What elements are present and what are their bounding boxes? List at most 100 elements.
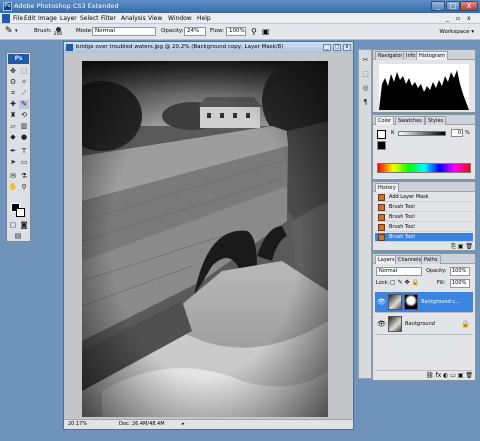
history-item-label: Add Layer Mask	[389, 194, 429, 200]
opacity-input[interactable]: 24%	[184, 27, 206, 36]
menubar-close-icon[interactable]: x	[467, 13, 471, 24]
mode-label: Mode:	[76, 28, 93, 34]
airbrush-icon[interactable]: ⚲	[251, 27, 257, 36]
tab-histogram[interactable]: Histogram	[416, 51, 448, 60]
hand-tool-icon[interactable]: ✋	[8, 183, 18, 192]
tab-styles[interactable]: Styles	[425, 116, 447, 125]
maximize-button[interactable]: □	[446, 1, 460, 11]
zoom-tool-icon[interactable]: ⚲	[19, 183, 29, 192]
crop-tool-icon[interactable]: ⌗	[8, 89, 18, 98]
zoom-level[interactable]: 20.17%	[68, 420, 87, 429]
layer-name: Background	[405, 321, 435, 327]
brushes-dock-icon[interactable]: ⬚	[361, 70, 370, 79]
menu-view[interactable]: View	[148, 13, 162, 24]
history-footer-icons[interactable]: ⎘ ▣ 🗑	[443, 243, 473, 250]
marquee-tool-icon[interactable]: ⬚	[19, 67, 29, 76]
color-ramp[interactable]	[377, 163, 471, 173]
blur-tool-icon[interactable]: ◆	[8, 133, 18, 142]
screen-mode-icon[interactable]: ▤	[13, 232, 23, 241]
color-panel-bg-swatch[interactable]	[377, 141, 386, 150]
history-item-selected[interactable]: Brush Tool	[375, 233, 473, 242]
tab-navigator[interactable]: Navigator	[375, 51, 406, 60]
visibility-eye-icon[interactable]: 👁	[377, 320, 386, 328]
history-item[interactable]: Brush Tool	[375, 223, 473, 232]
menubar-restore-icon[interactable]: ▫	[456, 13, 460, 24]
history-item[interactable]: Add Layer Mask	[375, 193, 473, 202]
color-slider-track[interactable]	[398, 131, 446, 136]
document-window: bridge over troubled waters.jpg @ 20.2% …	[63, 41, 354, 430]
menu-window[interactable]: Window	[168, 13, 192, 24]
type-tool-icon[interactable]: T	[19, 147, 29, 156]
menu-layer[interactable]: Layer	[60, 13, 77, 24]
menu-file[interactable]: File	[13, 13, 23, 24]
paragraph-dock-icon[interactable]: ¶	[361, 98, 370, 107]
workspace-menu[interactable]: Workspace ▾	[439, 27, 474, 37]
history-brush-tool-icon[interactable]: ⟲	[19, 111, 29, 120]
menu-analysis[interactable]: Analysis	[121, 13, 146, 24]
tablet-pressure-icon[interactable]: ▣	[262, 27, 270, 36]
status-menu-arrow-icon[interactable]: ▸	[182, 420, 185, 429]
fill-value: 100%	[452, 280, 467, 286]
background-color-swatch[interactable]	[16, 208, 25, 217]
bridge-photo[interactable]	[82, 61, 328, 417]
lasso-tool-icon[interactable]: ʘ	[8, 78, 18, 87]
menu-image[interactable]: Image	[38, 13, 57, 24]
menu-filter[interactable]: Filter	[101, 13, 116, 24]
doc-maximize-button[interactable]: □	[333, 44, 341, 51]
layer-row-background-copy[interactable]: 👁 Background c...	[375, 292, 473, 313]
clone-source-dock-icon[interactable]: ◎	[361, 84, 370, 93]
slice-tool-icon[interactable]: ⟋	[19, 89, 29, 98]
standard-mode-icon[interactable]: ▢	[8, 221, 18, 230]
healing-brush-tool-icon[interactable]: ✚	[8, 100, 18, 109]
blend-mode-select[interactable]: Normal	[376, 267, 422, 276]
tab-history[interactable]: History	[375, 183, 399, 192]
doc-close-button[interactable]: x	[343, 44, 351, 51]
menubar-minimize-icon[interactable]: _	[446, 13, 449, 24]
tab-channels[interactable]: Channels	[395, 255, 425, 264]
lock-options-icon[interactable]: ▢ ✎ ✥ 🔒	[390, 279, 419, 286]
pen-tool-icon[interactable]: ✒	[8, 147, 18, 156]
doc-size[interactable]: Doc: 26.4M/48.4M	[119, 420, 165, 429]
brush-tool-icon[interactable]: ✎	[5, 26, 13, 36]
mode-select[interactable]: Normal	[92, 27, 156, 36]
dodge-tool-icon[interactable]: ●	[19, 133, 29, 142]
layer-mask-thumbnail[interactable]	[404, 294, 418, 310]
magic-wand-tool-icon[interactable]: ✧	[19, 78, 29, 87]
quick-mask-icon[interactable]: ◙	[19, 221, 29, 230]
menu-edit[interactable]: Edit	[24, 13, 36, 24]
brush-preset-picker[interactable]: 200	[53, 26, 63, 38]
ps-menu-icon[interactable]	[2, 14, 10, 23]
fill-input[interactable]: 100%	[450, 279, 470, 288]
flow-input[interactable]: 100%	[226, 27, 246, 36]
tool-preset-arrow-icon[interactable]: ▾	[15, 28, 18, 34]
document-titlebar[interactable]: bridge over troubled waters.jpg @ 20.2% …	[64, 42, 353, 53]
eraser-tool-icon[interactable]: ▱	[8, 122, 18, 131]
tools-dock-icon[interactable]: ✂	[361, 56, 370, 65]
tab-paths[interactable]: Paths	[421, 255, 441, 264]
tab-swatches[interactable]: Swatches	[395, 116, 425, 125]
history-item[interactable]: Brush Tool	[375, 203, 473, 212]
layer-thumbnail	[388, 294, 402, 310]
history-item[interactable]: Brush Tool	[375, 213, 473, 222]
menu-help[interactable]: Help	[197, 13, 211, 24]
layers-footer-icons[interactable]: ⛓ fx ◐ ▭ ▣ 🗑	[375, 370, 473, 379]
gradient-tool-icon[interactable]: ▥	[19, 122, 29, 131]
minimize-button[interactable]: _	[431, 1, 445, 11]
doc-minimize-button[interactable]: _	[323, 44, 331, 51]
color-panel-fg-swatch[interactable]	[377, 130, 386, 139]
visibility-eye-icon[interactable]: 👁	[377, 298, 386, 306]
layer-opacity-input[interactable]: 100%	[450, 267, 470, 276]
close-button[interactable]: X	[460, 1, 478, 11]
tab-color[interactable]: Color	[375, 116, 395, 125]
clone-stamp-tool-icon[interactable]: ♜	[8, 111, 18, 120]
color-value-input[interactable]: 0	[451, 129, 463, 137]
eyedropper-tool-icon[interactable]: ⚗	[19, 172, 29, 181]
layer-row-background[interactable]: 👁 Background 🔒	[375, 314, 473, 335]
canvas-area[interactable]	[64, 53, 353, 419]
menu-select[interactable]: Select	[80, 13, 99, 24]
path-selection-tool-icon[interactable]: ➤	[8, 158, 18, 167]
notes-tool-icon[interactable]: ✉	[8, 172, 18, 181]
shape-tool-icon[interactable]: ▭	[19, 158, 29, 167]
brush-tool-active-icon[interactable]: ✎	[19, 100, 29, 109]
move-tool-icon[interactable]: ✥	[8, 67, 18, 76]
